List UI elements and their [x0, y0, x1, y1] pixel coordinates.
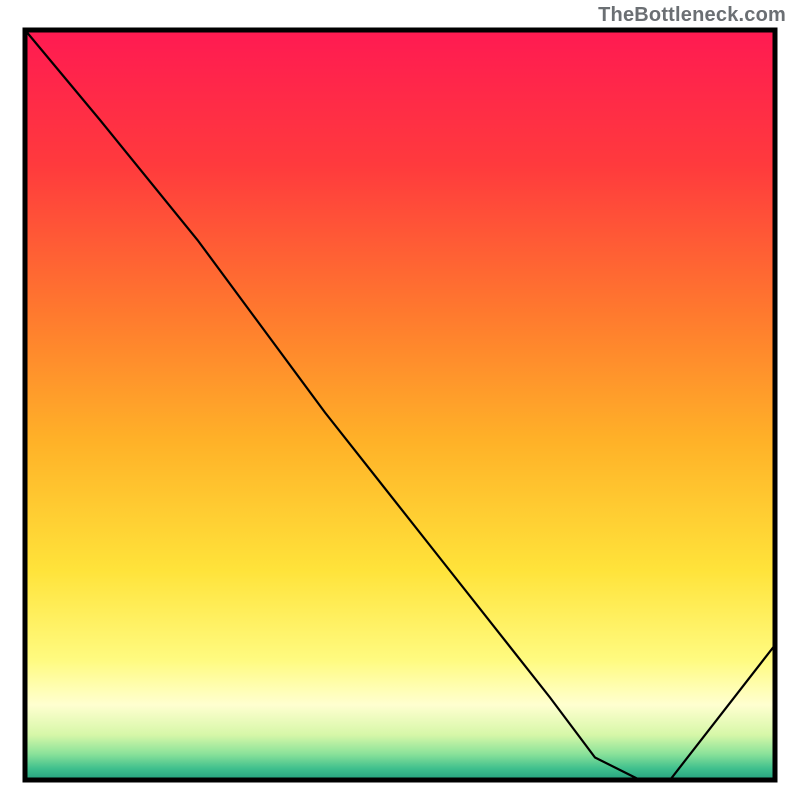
chart-stage: TheBottleneck.com — [0, 0, 800, 800]
gradient-area — [25, 30, 775, 780]
chart-svg — [0, 0, 800, 800]
